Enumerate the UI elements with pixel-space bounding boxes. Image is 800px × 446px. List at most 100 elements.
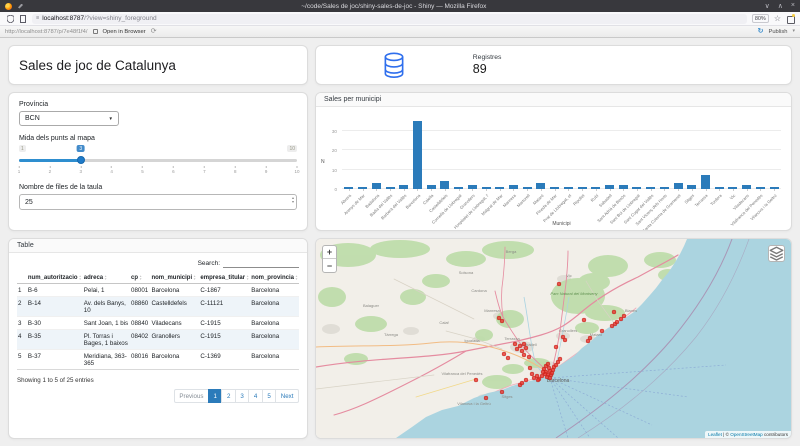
table-row[interactable]: 1B-6Pelai, 108001BarcelonaC-1867Barcelon… xyxy=(17,284,299,297)
map-marker[interactable] xyxy=(513,342,517,346)
slider-handle[interactable] xyxy=(77,156,85,164)
page-icon[interactable] xyxy=(19,15,27,23)
previous-page-button[interactable]: Previous xyxy=(174,389,209,403)
table-cell: Viladecans xyxy=(150,317,199,330)
sort-icon: ▲▼ xyxy=(193,275,196,280)
gridline xyxy=(342,169,781,170)
map-marker[interactable] xyxy=(524,346,528,350)
map-marker[interactable] xyxy=(500,319,504,323)
publish-icon[interactable]: ↻ xyxy=(758,28,764,35)
page-button-4[interactable]: 4 xyxy=(248,389,262,403)
zoom-level-badge[interactable]: 80% xyxy=(752,14,769,23)
map-marker[interactable] xyxy=(582,318,586,322)
next-page-button[interactable]: Next xyxy=(275,389,299,403)
map-marker[interactable] xyxy=(520,349,524,353)
slider-value-badge: 3 xyxy=(76,145,85,152)
bookmark-star-icon[interactable]: ☆ xyxy=(774,15,781,23)
map-marker[interactable] xyxy=(546,362,550,366)
osm-link[interactable]: OpenStreetMap xyxy=(730,432,762,437)
x-tick xyxy=(486,189,487,191)
column-header-cp[interactable]: cp▲▼ xyxy=(130,273,150,284)
map-marker[interactable] xyxy=(518,344,522,348)
x-tick xyxy=(637,189,638,191)
map-marker[interactable] xyxy=(622,314,626,318)
number-spinner[interactable]: ▴▾ xyxy=(292,196,294,204)
map-marker[interactable] xyxy=(484,396,488,400)
publish-caret-icon[interactable]: ▾ xyxy=(792,29,795,34)
column-header-nom_municipi[interactable]: nom_municipi▲▼ xyxy=(150,273,199,284)
library-icon[interactable] xyxy=(786,15,794,23)
table-cell: B-14 xyxy=(27,297,83,317)
map-marker[interactable] xyxy=(474,378,478,382)
map-marker[interactable] xyxy=(520,381,524,385)
minimize-icon[interactable]: ∨ xyxy=(765,2,770,10)
y-tick-label: 20 xyxy=(332,148,337,153)
map-marker[interactable] xyxy=(619,317,623,321)
map-marker[interactable] xyxy=(554,345,558,349)
map-marker[interactable] xyxy=(515,347,519,351)
column-header-empresa_titular[interactable]: empresa_titular▲▼ xyxy=(199,273,250,284)
map-marker[interactable] xyxy=(548,376,552,380)
table-row[interactable]: 4B-35Pl. Torras i Bages, 1 baixos08402Gr… xyxy=(17,330,299,350)
map-marker[interactable] xyxy=(522,353,526,357)
map-marker[interactable] xyxy=(497,316,501,320)
layers-control[interactable] xyxy=(768,245,785,262)
page-button-2[interactable]: 2 xyxy=(221,389,235,403)
table-row[interactable]: 3B-30Sant Joan, 1 bis08840ViladecansC-19… xyxy=(17,317,299,330)
map-marker[interactable] xyxy=(500,390,504,394)
map-marker[interactable] xyxy=(541,370,545,374)
map-marker[interactable] xyxy=(615,320,619,324)
shield-icon[interactable] xyxy=(6,15,14,23)
slider-fill xyxy=(19,159,81,162)
table-search-input[interactable] xyxy=(223,258,299,268)
leaflet-map[interactable]: BergaSolsonaCardonaManresaVicIgualadaTer… xyxy=(316,239,791,438)
permissions-icon[interactable]: ≡ xyxy=(36,16,39,22)
page-button-1[interactable]: 1 xyxy=(208,389,222,403)
map-marker[interactable] xyxy=(527,355,531,359)
map-marker[interactable] xyxy=(506,356,510,360)
database-icon xyxy=(383,52,405,79)
map-marker[interactable] xyxy=(563,338,567,342)
publish-button[interactable]: Publish xyxy=(768,29,787,35)
map-marker[interactable] xyxy=(536,378,540,382)
page-button-5[interactable]: 5 xyxy=(262,389,276,403)
table-row[interactable]: 5B-37Meridiana, 363-36508016BarcelonaC-1… xyxy=(17,350,299,370)
plot-area: AbreraArenys de MarBadalonaBadia del Val… xyxy=(342,119,781,189)
point-size-slider[interactable]: 1 10 3 12345678910 xyxy=(19,145,297,177)
map-marker[interactable] xyxy=(600,329,604,333)
map-marker[interactable] xyxy=(588,336,592,340)
map-city-label: Cardona xyxy=(471,288,487,293)
open-in-browser-button[interactable]: Open in Browser xyxy=(103,29,146,35)
map-marker[interactable] xyxy=(522,342,526,346)
map-marker[interactable] xyxy=(524,378,528,382)
column-header-nom_provincia[interactable]: nom_provincia▲▼ xyxy=(250,273,299,284)
maximize-icon[interactable]: ∧ xyxy=(778,2,783,10)
leaflet-link[interactable]: Leaflet xyxy=(708,432,722,437)
map-marker[interactable] xyxy=(557,282,561,286)
column-header-adreca[interactable]: adreca▲▼ xyxy=(83,273,130,284)
map-marker[interactable] xyxy=(502,352,506,356)
map-marker[interactable] xyxy=(612,310,616,314)
map-marker[interactable] xyxy=(540,374,544,378)
map-marker[interactable] xyxy=(532,376,536,380)
rows-number-input[interactable] xyxy=(19,194,297,210)
page-button-3[interactable]: 3 xyxy=(235,389,249,403)
x-tick-label: Tordera xyxy=(709,193,723,207)
table-cell: B-30 xyxy=(27,317,83,330)
value-box-label: Registres xyxy=(473,54,502,61)
refresh-icon[interactable]: ⟳ xyxy=(151,28,157,35)
map-marker[interactable] xyxy=(530,372,534,376)
url-bar[interactable]: ≡ localhost:8787/?view=shiny_foreground xyxy=(32,14,747,24)
viewer-url[interactable]: http://localhost:8787/p/7e48f1f4/ xyxy=(5,29,88,35)
map-marker[interactable] xyxy=(558,357,562,361)
zoom-in-button[interactable]: + xyxy=(323,246,336,259)
zoom-out-button[interactable]: − xyxy=(323,259,336,272)
close-icon[interactable]: × xyxy=(791,2,795,10)
table-row[interactable]: 2B-14Av. dels Banys, 1008860Castelldefel… xyxy=(17,297,299,317)
x-tick xyxy=(349,189,350,191)
map-marker[interactable] xyxy=(528,366,532,370)
provincia-select[interactable]: BCN ▼ xyxy=(19,111,119,126)
shiny-app: Sales de joc de Catalunya Registres 89 P… xyxy=(0,38,800,446)
slider-min-label: 1 xyxy=(19,145,26,152)
column-header-num_autoritzacio[interactable]: num_autoritzacio▲▼ xyxy=(27,273,83,284)
